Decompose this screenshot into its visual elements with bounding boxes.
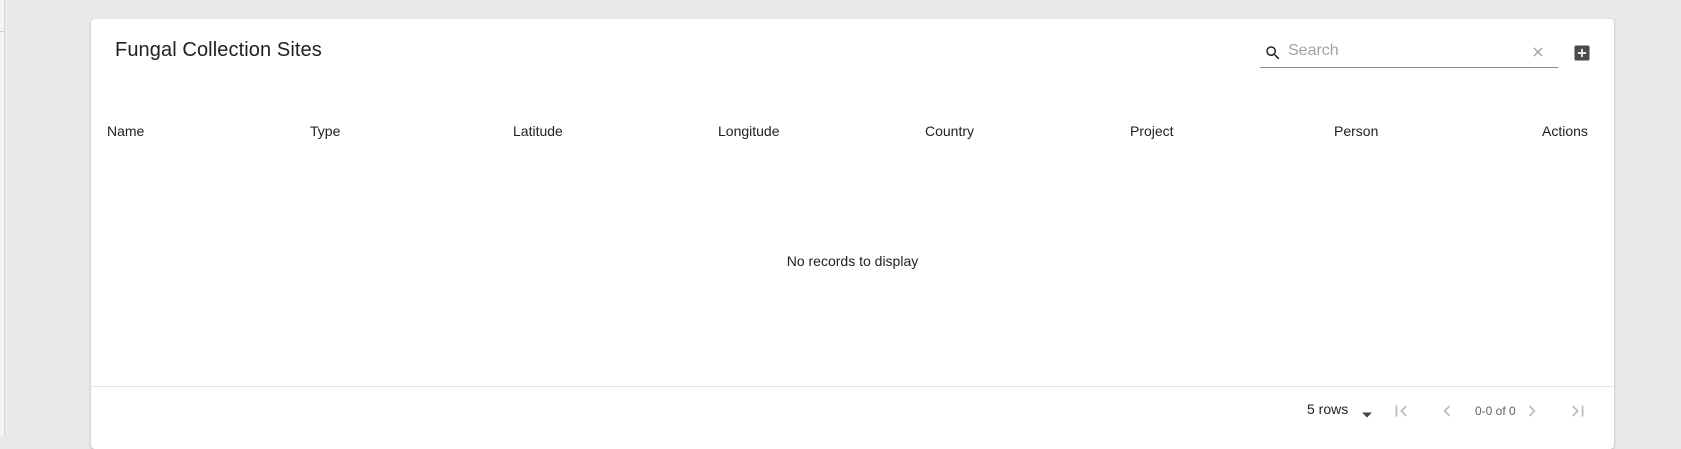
table-header-row: Name Type Latitude Longitude Country Pro… [91, 102, 1614, 160]
table-title: Fungal Collection Sites [115, 39, 322, 61]
column-header-person[interactable]: Person [1334, 123, 1378, 139]
pagination-range-label: 0-0 of 0 [1475, 404, 1516, 418]
rows-per-page-select[interactable]: 5 rows [1307, 397, 1377, 421]
search-field [1260, 36, 1558, 68]
left-edge-panel [0, 0, 5, 436]
column-header-longitude[interactable]: Longitude [718, 123, 780, 139]
chevron-right-icon[interactable] [1521, 400, 1543, 422]
search-icon [1264, 44, 1282, 62]
column-header-type[interactable]: Type [310, 123, 340, 139]
add-box-icon[interactable] [1572, 43, 1592, 63]
column-header-latitude[interactable]: Latitude [513, 123, 563, 139]
left-edge-tab [0, 0, 5, 32]
close-icon[interactable] [1530, 44, 1546, 60]
rows-per-page-value: 5 rows [1307, 401, 1349, 417]
search-input[interactable] [1288, 38, 1518, 64]
chevron-left-icon[interactable] [1436, 400, 1458, 422]
first-page-icon[interactable] [1390, 400, 1412, 422]
empty-state-message: No records to display [786, 253, 919, 269]
column-header-actions: Actions [1542, 123, 1588, 139]
arrow-drop-down-icon [1361, 406, 1373, 418]
column-header-country[interactable]: Country [925, 123, 974, 139]
last-page-icon[interactable] [1567, 400, 1589, 422]
column-header-name[interactable]: Name [107, 123, 144, 139]
collection-sites-table-card: Fungal Collection Sites Name Type Latitu… [91, 19, 1614, 449]
pagination-bar: 5 rows 0-0 of 0 [91, 387, 1614, 449]
column-header-project[interactable]: Project [1130, 123, 1174, 139]
